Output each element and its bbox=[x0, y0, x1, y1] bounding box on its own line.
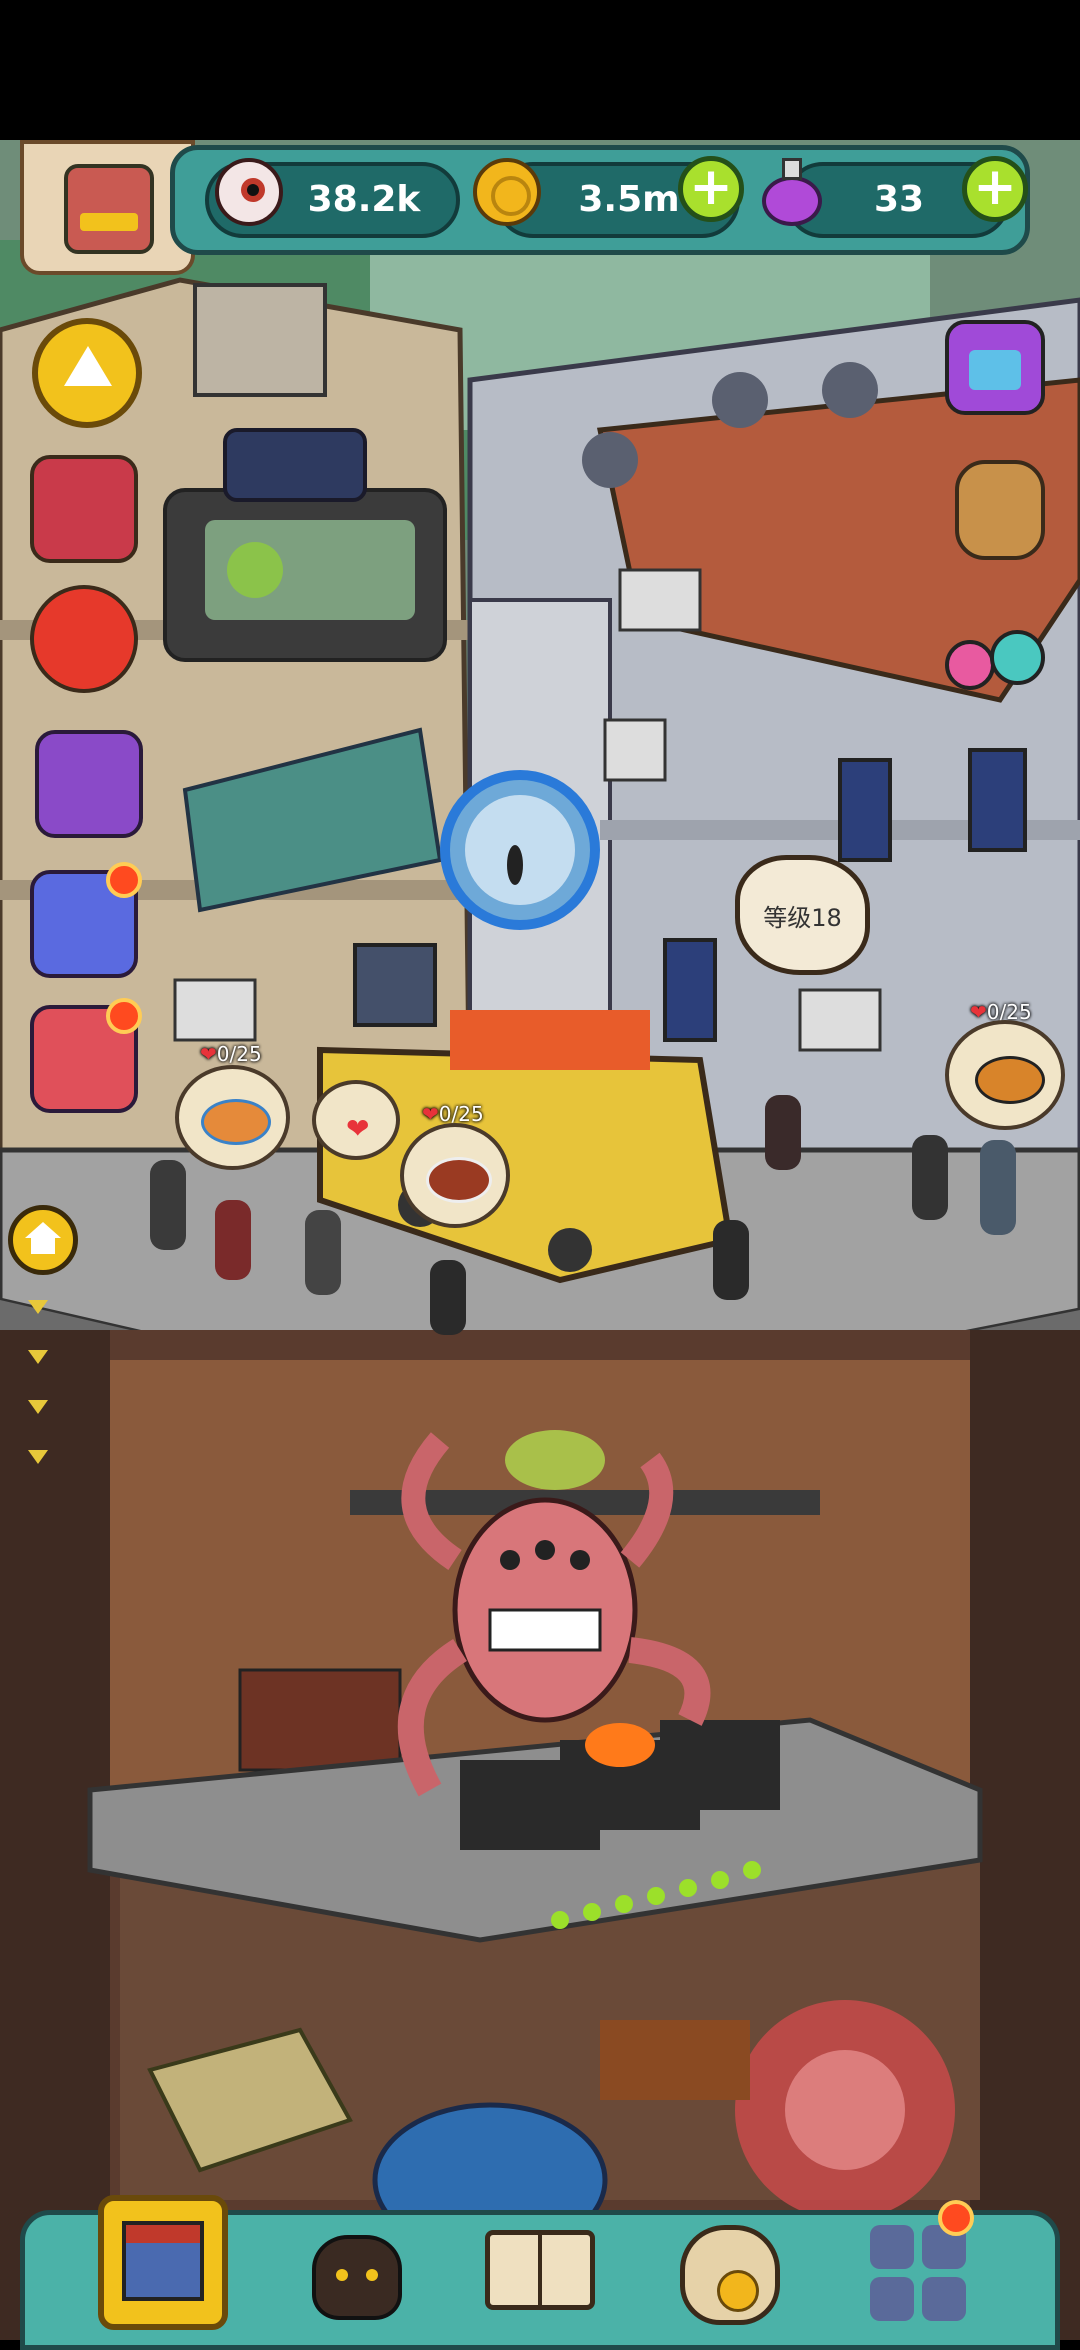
backpack-icon[interactable] bbox=[955, 460, 1045, 560]
resource-bar: 38.2k 3.5m 33 bbox=[170, 145, 1030, 255]
order-bubble-soup[interactable] bbox=[175, 1065, 290, 1170]
customer[interactable] bbox=[765, 1095, 801, 1170]
pizza-dish-icon bbox=[975, 1056, 1045, 1104]
status-bar bbox=[0, 0, 1080, 140]
add-potion-button[interactable]: + bbox=[962, 156, 1028, 222]
tv-ad-icon[interactable] bbox=[945, 320, 1045, 415]
nav-restaurant-button[interactable] bbox=[98, 2195, 228, 2330]
order-bubble-meat[interactable] bbox=[400, 1123, 510, 1228]
level-speech-bubble[interactable]: 等级18 bbox=[735, 855, 870, 975]
gift-box-icon[interactable] bbox=[30, 455, 138, 563]
customer[interactable] bbox=[912, 1135, 948, 1220]
book-icon bbox=[485, 2230, 595, 2310]
heart-icon: ❤ bbox=[970, 1000, 987, 1024]
level-up-button[interactable] bbox=[32, 318, 142, 428]
grid-icon bbox=[870, 2225, 970, 2325]
monster-avatar-icon bbox=[64, 164, 154, 254]
eyeball-icon bbox=[215, 158, 283, 226]
purple-potion-icon bbox=[762, 158, 822, 226]
meat-dish-icon bbox=[426, 1157, 492, 1203]
gold-coin-icon bbox=[473, 158, 541, 226]
nav-recipe-book-button[interactable] bbox=[475, 2195, 605, 2330]
notification-dot-2 bbox=[106, 998, 142, 1034]
floor-scroll-indicator[interactable] bbox=[28, 1290, 54, 1490]
heart-icon: ❤ bbox=[200, 1042, 217, 1066]
customer[interactable] bbox=[215, 1200, 251, 1280]
eyes-value: 38.2k bbox=[307, 179, 421, 220]
home-icon bbox=[25, 1222, 61, 1238]
couple-bubble: ❤ bbox=[312, 1080, 400, 1160]
nav-coin-bag-button[interactable] bbox=[665, 2195, 795, 2330]
customer[interactable] bbox=[305, 1210, 341, 1295]
cards-icon[interactable] bbox=[35, 730, 143, 838]
customer[interactable] bbox=[430, 1260, 466, 1335]
heart-counter-label: 0/25 bbox=[216, 1042, 262, 1066]
fire-monster-icon bbox=[312, 2235, 402, 2320]
home-button[interactable] bbox=[8, 1205, 78, 1275]
coin-bag-icon bbox=[680, 2225, 780, 2325]
potion-value: 33 bbox=[873, 179, 925, 220]
add-coins-button[interactable]: + bbox=[678, 156, 744, 222]
profile-avatar[interactable] bbox=[20, 140, 195, 275]
notification-dot-3 bbox=[938, 2200, 974, 2236]
strawberry-icon[interactable] bbox=[30, 585, 138, 693]
eyes-creature-icon[interactable] bbox=[945, 600, 1045, 695]
heart-icon: ❤ bbox=[422, 1102, 439, 1126]
coins-value: 3.5m bbox=[578, 179, 680, 220]
heart-icon: ❤ bbox=[346, 1112, 370, 1145]
heart-counter-1: ❤0/25 bbox=[200, 1042, 262, 1066]
arrow-up-icon bbox=[64, 346, 112, 386]
soup-dish-icon bbox=[201, 1099, 271, 1145]
order-bubble-pizza[interactable] bbox=[945, 1020, 1065, 1130]
nav-monster-button[interactable] bbox=[292, 2195, 422, 2330]
notification-dot bbox=[106, 862, 142, 898]
customer[interactable] bbox=[150, 1160, 186, 1250]
level-label: 等级18 bbox=[763, 904, 842, 932]
restaurant-icon bbox=[122, 2221, 204, 2301]
customer[interactable] bbox=[980, 1140, 1016, 1235]
customer[interactable] bbox=[713, 1220, 749, 1300]
